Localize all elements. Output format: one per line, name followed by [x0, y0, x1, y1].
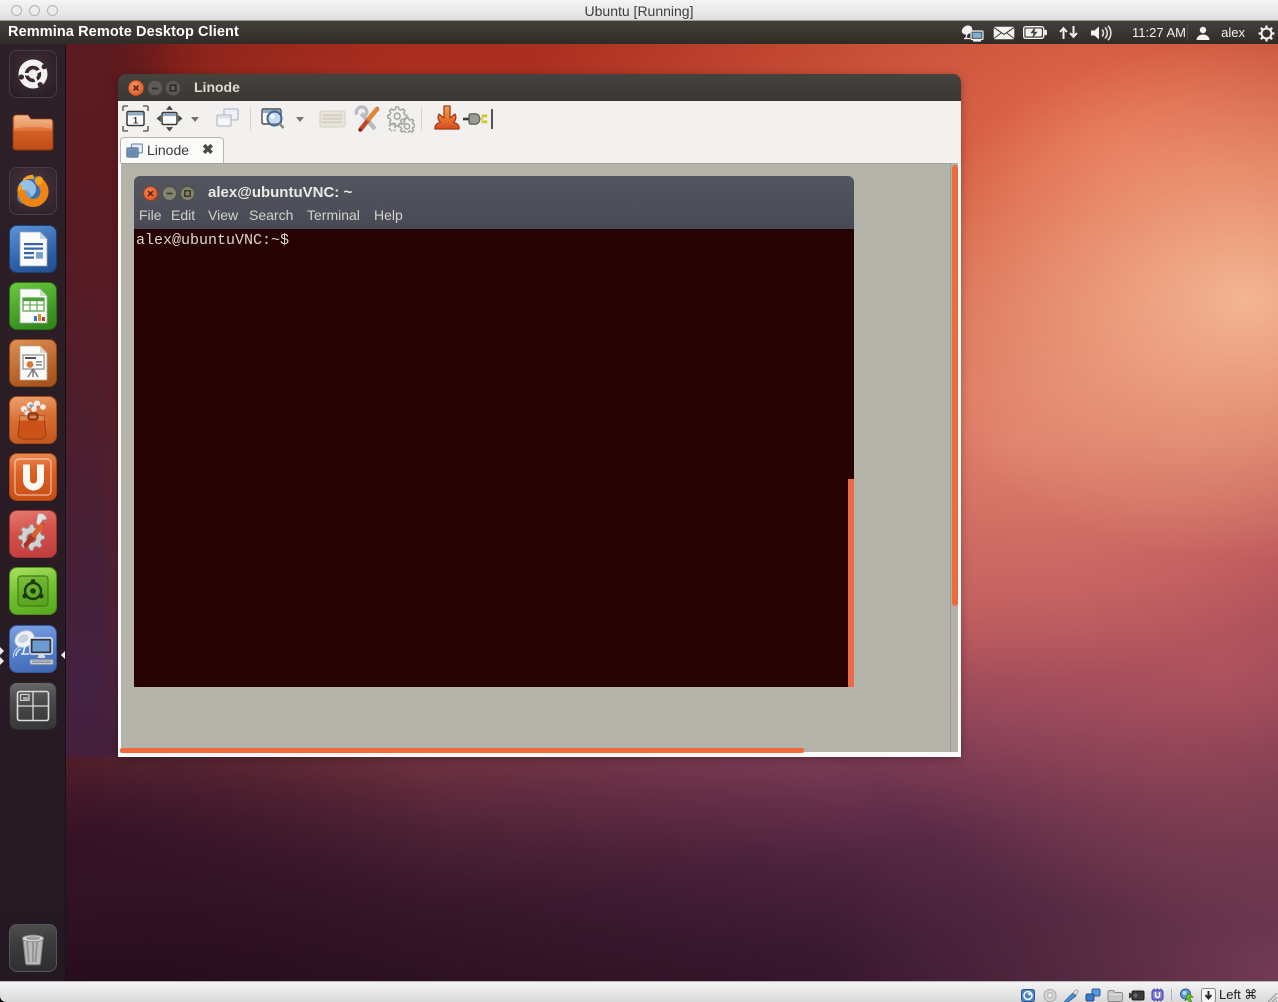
- svg-text:1: 1: [133, 116, 138, 126]
